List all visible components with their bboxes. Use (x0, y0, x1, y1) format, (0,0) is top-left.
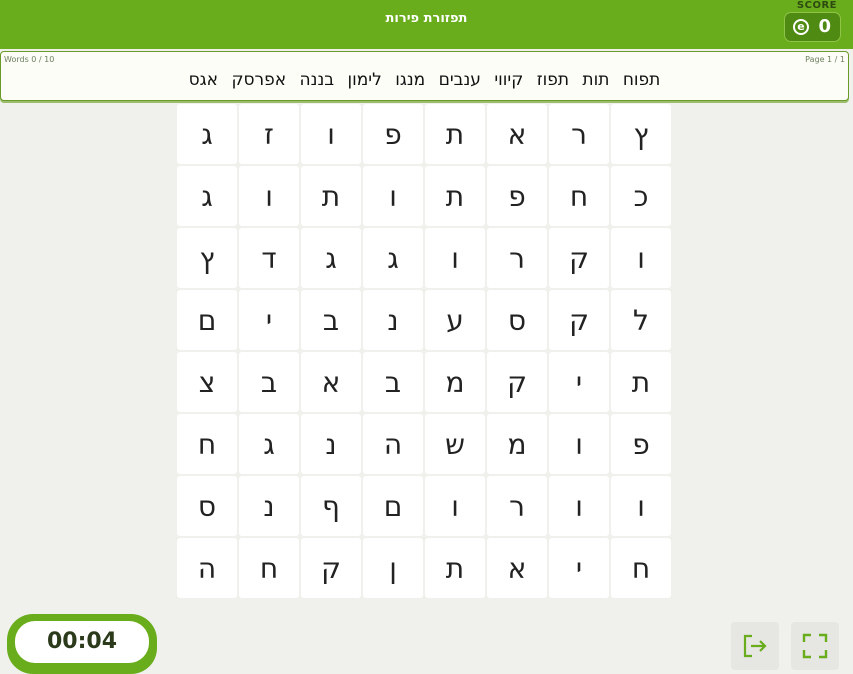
letter-cell[interactable]: ו (611, 476, 671, 536)
letter-cell[interactable]: ת (301, 166, 361, 226)
letter-cell[interactable]: ב (301, 290, 361, 350)
page-title: תפזורת פירות (385, 11, 468, 26)
timer-value: 00:04 (15, 621, 149, 663)
letter-cell[interactable]: א (301, 352, 361, 412)
letter-cell[interactable]: מ (425, 352, 485, 412)
target-word: אגס (188, 70, 219, 90)
exit-icon (743, 634, 767, 658)
coin-icon: e (793, 19, 809, 35)
letter-cell[interactable]: ר (487, 228, 547, 288)
score-label: SCORE (796, 0, 837, 11)
letter-grid: ץראתפוזגכחפתותוגוקרוגגדץלקסענביםתיקמבאבצ… (175, 104, 671, 600)
letter-cell[interactable]: מ (487, 414, 547, 474)
letter-cell[interactable]: ו (363, 166, 423, 226)
page-indicator: Page 1 / 1 (805, 55, 845, 64)
letter-cell[interactable]: ו (549, 414, 609, 474)
letter-cell[interactable]: ו (239, 166, 299, 226)
target-word: בננה (299, 70, 335, 90)
timer: 00:04 (7, 614, 157, 674)
letter-cell[interactable]: ב (239, 352, 299, 412)
target-word: תות (582, 70, 610, 90)
exit-button[interactable] (731, 622, 779, 670)
letter-cell[interactable]: ג (301, 228, 361, 288)
letter-cell[interactable]: ו (301, 104, 361, 164)
letter-cell[interactable]: ק (549, 290, 609, 350)
word-list: תפוח תות תפוז קיווי ענבים מנגו לימון בננ… (1, 70, 848, 90)
letter-cell[interactable]: ק (301, 538, 361, 598)
letter-cell[interactable]: י (239, 290, 299, 350)
score-badge: e 0 (784, 12, 841, 42)
letter-cell[interactable]: ג (239, 414, 299, 474)
letter-cell[interactable]: ק (549, 228, 609, 288)
target-word: אפרסק (231, 70, 287, 90)
letter-cell[interactable]: ת (425, 538, 485, 598)
letter-cell[interactable]: כ (611, 166, 671, 226)
letter-cell[interactable]: א (487, 538, 547, 598)
letter-cell[interactable]: ח (549, 166, 609, 226)
letter-cell[interactable]: ח (239, 538, 299, 598)
letter-cell[interactable]: ת (425, 166, 485, 226)
letter-cell[interactable]: ף (301, 476, 361, 536)
letter-cell[interactable]: נ (363, 290, 423, 350)
letter-cell[interactable]: ג (363, 228, 423, 288)
letter-cell[interactable]: ע (425, 290, 485, 350)
letter-cell[interactable]: פ (487, 166, 547, 226)
letter-cell[interactable]: ו (611, 228, 671, 288)
letter-cell[interactable]: ת (425, 104, 485, 164)
letter-cell[interactable]: ר (487, 476, 547, 536)
letter-cell[interactable]: צ (177, 352, 237, 412)
target-word: קיווי (494, 70, 524, 90)
letter-cell[interactable]: ו (425, 476, 485, 536)
letter-cell[interactable]: ז (239, 104, 299, 164)
letter-cell[interactable]: ס (487, 290, 547, 350)
fullscreen-button[interactable] (791, 622, 839, 670)
letter-cell[interactable]: ר (549, 104, 609, 164)
target-word: ענבים (438, 70, 481, 90)
score-value: 0 (818, 16, 831, 37)
letter-cell[interactable]: א (487, 104, 547, 164)
letter-cell[interactable]: ח (611, 538, 671, 598)
letter-cell[interactable]: ם (363, 476, 423, 536)
letter-cell[interactable]: ג (177, 166, 237, 226)
letter-cell[interactable]: ג (177, 104, 237, 164)
letter-cell[interactable]: נ (239, 476, 299, 536)
letter-cell[interactable]: ב (363, 352, 423, 412)
letter-cell[interactable]: ן (363, 538, 423, 598)
letter-cell[interactable]: ץ (177, 228, 237, 288)
letter-cell[interactable]: ץ (611, 104, 671, 164)
top-bar: תפזורת פירות SCORE e 0 (0, 0, 853, 49)
letter-cell[interactable]: ה (363, 414, 423, 474)
letter-cell[interactable]: ק (487, 352, 547, 412)
words-found-count: Words 0 / 10 (4, 55, 55, 64)
letter-cell[interactable]: ו (425, 228, 485, 288)
target-word: תפוז (536, 70, 570, 90)
letter-cell[interactable]: ם (177, 290, 237, 350)
letter-cell[interactable]: ת (611, 352, 671, 412)
word-list-panel: Words 0 / 10 Page 1 / 1 תפוח תות תפוז קי… (0, 51, 849, 101)
letter-cell[interactable]: ו (549, 476, 609, 536)
letter-cell[interactable]: ס (177, 476, 237, 536)
target-word: לימון (347, 70, 382, 90)
letter-cell[interactable]: פ (363, 104, 423, 164)
letter-cell[interactable]: י (549, 352, 609, 412)
letter-cell[interactable]: ד (239, 228, 299, 288)
fullscreen-icon (802, 633, 828, 659)
letter-cell[interactable]: ל (611, 290, 671, 350)
target-word: מנגו (395, 70, 426, 90)
letter-cell[interactable]: נ (301, 414, 361, 474)
letter-cell[interactable]: ש (425, 414, 485, 474)
letter-cell[interactable]: י (549, 538, 609, 598)
target-word: תפוח (622, 70, 661, 90)
letter-cell[interactable]: פ (611, 414, 671, 474)
letter-cell[interactable]: ה (177, 538, 237, 598)
letter-cell[interactable]: ח (177, 414, 237, 474)
